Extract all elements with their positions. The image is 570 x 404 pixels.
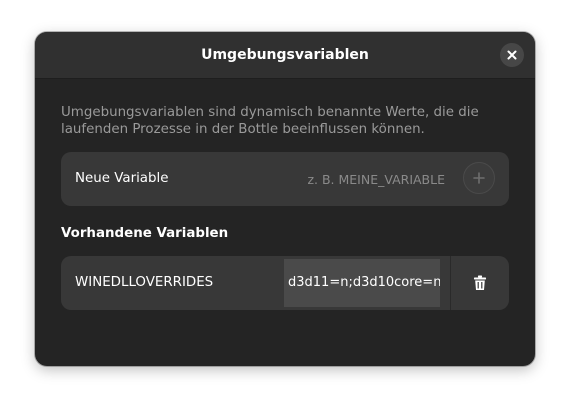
- trash-icon: [474, 275, 486, 290]
- close-icon: [507, 50, 517, 60]
- variable-row: WINEDLLOVERRIDES d3d11=n;d3d10core=n;d: [61, 256, 509, 310]
- add-variable-button[interactable]: [463, 162, 495, 194]
- existing-variables-heading: Vorhandene Variablen: [61, 226, 229, 241]
- variable-value-field[interactable]: d3d11=n;d3d10core=n;d: [284, 259, 440, 307]
- close-button[interactable]: [500, 43, 524, 67]
- environment-variables-dialog: Umgebungsvariablen Umgebungsvariablen si…: [35, 32, 535, 366]
- dialog-title: Umgebungsvariablen: [201, 47, 369, 63]
- plus-icon: [473, 172, 485, 184]
- new-variable-label: Neue Variable: [75, 171, 169, 186]
- variable-name: WINEDLLOVERRIDES: [75, 275, 214, 290]
- dialog-header: Umgebungsvariablen: [35, 32, 535, 79]
- delete-variable-button[interactable]: [451, 256, 509, 310]
- dialog-description: Umgebungsvariablen sind dynamisch benann…: [61, 105, 479, 137]
- new-variable-row: Neue Variable: [61, 152, 509, 206]
- new-variable-input[interactable]: [211, 164, 445, 194]
